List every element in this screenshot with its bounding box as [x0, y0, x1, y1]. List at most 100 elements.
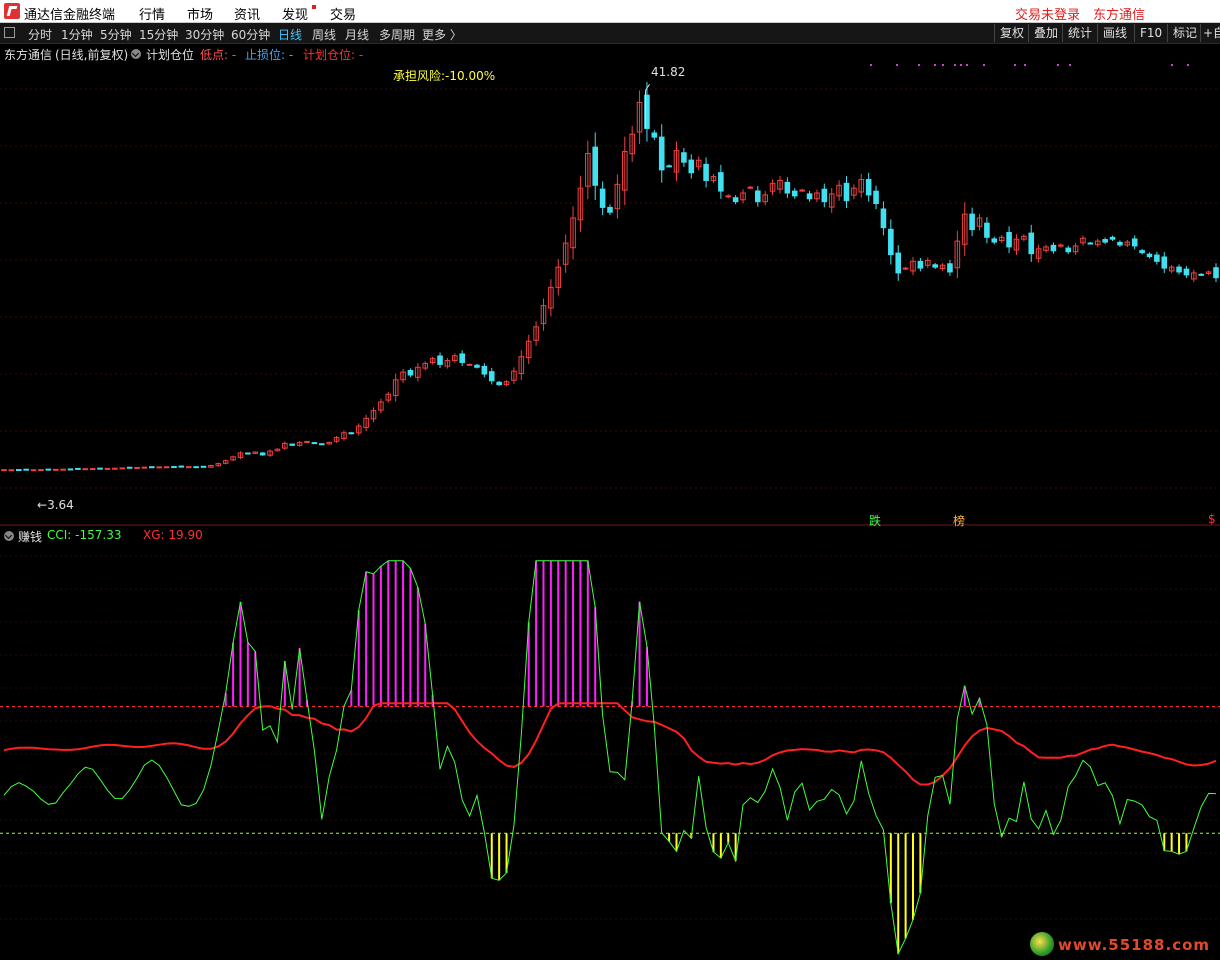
candle-body [658, 136, 665, 171]
panel-toggle-icon[interactable] [4, 27, 15, 38]
tab-period-monthly[interactable]: 月线 [345, 26, 369, 43]
high-price-label: 41.82 [651, 65, 686, 79]
stop-loss-label: 止损位: - [245, 48, 294, 62]
menu-market[interactable]: 市场 [187, 4, 213, 23]
tab-period-60min[interactable]: 60分钟 [231, 26, 270, 43]
signal-dot [1187, 64, 1189, 66]
candle-body [193, 466, 199, 469]
overlay-button[interactable]: 叠加 [1028, 24, 1063, 42]
candle-body [718, 172, 724, 192]
candle-body [126, 466, 133, 469]
candle-body [703, 163, 709, 181]
indicator-settings-icon[interactable] [4, 531, 14, 541]
candle-body [67, 468, 74, 471]
candle-body [1176, 266, 1182, 273]
candle-body [865, 178, 872, 196]
candle-body [747, 186, 754, 189]
xg-value: XG: 19.90 [143, 528, 203, 542]
draw-line-button[interactable]: 画线 [1097, 24, 1132, 42]
candle-body [488, 371, 495, 382]
candle-body [407, 370, 414, 376]
add-custom-button[interactable]: +自 [1200, 24, 1220, 42]
notification-dot [312, 5, 316, 9]
candlestick-series [1, 81, 1219, 472]
candle-body [89, 468, 96, 471]
low-point-label: 低点: - [200, 48, 237, 62]
tab-period-more[interactable]: 更多 〉 [422, 26, 462, 43]
indicator-dropdown-icon[interactable] [131, 49, 141, 59]
candle-body [1065, 247, 1071, 253]
candle-body [666, 165, 672, 168]
statistics-button[interactable]: 统计 [1062, 24, 1097, 42]
candle-body [917, 260, 924, 269]
tab-period-30min[interactable]: 30分钟 [185, 26, 224, 43]
candle-body [459, 353, 465, 363]
candle-body [245, 452, 251, 455]
signal-dot [896, 64, 898, 66]
candle-body [23, 468, 29, 471]
signal-dot [954, 64, 956, 66]
candle-body [259, 452, 266, 456]
candle-body [732, 197, 739, 203]
candle-body [1139, 250, 1145, 254]
kline-chart[interactable] [0, 44, 1220, 960]
adjust-button[interactable]: 复权 [994, 24, 1029, 42]
candle-body [1213, 267, 1219, 279]
candle-body [902, 267, 909, 270]
app-logo-icon [4, 3, 20, 19]
candle-body [1109, 236, 1116, 240]
tab-period-5min[interactable]: 5分钟 [100, 26, 132, 43]
candle-body [348, 432, 355, 435]
cci-line [3, 560, 1217, 956]
candle-body [311, 442, 318, 445]
candle-body [799, 189, 805, 192]
broker-link[interactable]: 东方通信 [1093, 4, 1145, 23]
candle-body [496, 381, 502, 386]
candle-body [481, 365, 488, 375]
candle-body [821, 188, 828, 203]
menu-market-quotes[interactable]: 行情 [139, 4, 165, 23]
plan-position-label: 计划仓位: - [303, 48, 364, 62]
signal-dot [1057, 64, 1059, 66]
signal-dot [870, 64, 872, 66]
candle-body [895, 252, 902, 274]
candle-body [599, 188, 606, 208]
candle-body [15, 469, 22, 472]
tab-period-1min[interactable]: 1分钟 [61, 26, 93, 43]
tab-period-fenshi[interactable]: 分时 [28, 26, 52, 43]
candle-body [149, 466, 155, 469]
candle-body [873, 190, 879, 205]
f10-button[interactable]: F10 [1134, 24, 1167, 42]
watermark: www.55188.com [1030, 932, 1220, 958]
dollar-marker[interactable]: $ [1208, 512, 1216, 526]
trade-login-link[interactable]: 交易未登录 [1015, 4, 1080, 23]
menu-trade[interactable]: 交易 [330, 4, 356, 23]
menu-discover[interactable]: 发现 [282, 4, 308, 23]
chart-mode: (日线,前复权) [55, 48, 129, 62]
signal-dot [942, 64, 944, 66]
candle-body [1198, 273, 1205, 276]
candle-body [681, 152, 687, 163]
candle-body [156, 466, 162, 469]
app-name: 通达信金融终端 [24, 8, 116, 23]
candle-body [991, 238, 998, 243]
tab-period-15min[interactable]: 15分钟 [139, 26, 178, 43]
candle-body [38, 469, 44, 472]
candle-body [289, 443, 296, 446]
indicator-name[interactable]: 计划仓位 [146, 46, 194, 63]
candle-body [185, 466, 192, 469]
mark-button[interactable]: 标记 [1167, 24, 1202, 42]
tab-period-multi[interactable]: 多周期 [379, 26, 415, 43]
menu-news[interactable]: 资讯 [234, 4, 260, 23]
signal-dot [1069, 64, 1071, 66]
signal-dot [1014, 64, 1016, 66]
candle-body [104, 467, 111, 470]
indicator-title[interactable]: 赚钱 [18, 528, 42, 545]
candle-body [200, 465, 207, 468]
candle-body [725, 195, 732, 198]
candle-body [651, 132, 658, 138]
tab-period-daily[interactable]: 日线 [278, 26, 302, 43]
candle-body [947, 263, 953, 273]
candle-body [888, 228, 894, 256]
tab-period-weekly[interactable]: 周线 [312, 26, 336, 43]
